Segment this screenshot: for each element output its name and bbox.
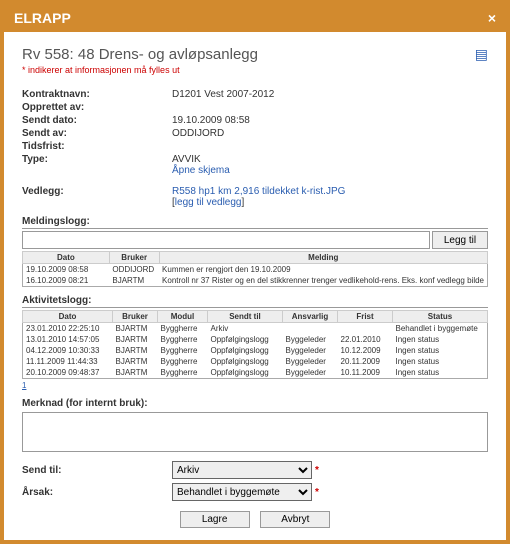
col-status: Status — [393, 311, 488, 323]
table-row: 23.01.2010 22:25:10BJARTMByggherreArkivB… — [23, 323, 488, 335]
col-frist: Frist — [338, 311, 393, 323]
titlebar: ELRAPP × — [4, 4, 506, 32]
legg-til-vedlegg-link[interactable]: legg til vedlegg — [175, 197, 242, 208]
close-icon[interactable]: × — [488, 10, 496, 26]
send-til-label: Send til: — [22, 465, 172, 476]
col-bruker: Bruker — [109, 252, 159, 264]
sendt-dato-label: Sendt dato: — [22, 115, 172, 126]
type-value: AVVIK — [172, 154, 230, 165]
kontraktnavn-label: Kontraktnavn: — [22, 89, 172, 100]
apne-skjema-link[interactable]: Åpne skjema — [172, 165, 230, 176]
dialog-window: ELRAPP × Rv 558: 48 Drens- og avløpsanle… — [0, 0, 510, 544]
sendt-dato-value: 19.10.2009 08:58 — [172, 115, 250, 126]
vedlegg-label: Vedlegg: — [22, 186, 172, 208]
col-sendt-til: Sendt til — [208, 311, 283, 323]
col-melding: Melding — [159, 252, 487, 264]
lagre-button[interactable]: Lagre — [180, 511, 250, 528]
window-title: ELRAPP — [14, 10, 71, 26]
table-row: 04.12.2009 10:30:33BJARTMByggherreOppføl… — [23, 345, 488, 356]
opprettet-av-label: Opprettet av: — [22, 102, 172, 113]
meldingslogg-table: Dato Bruker Melding 19.10.2009 08:58ODDI… — [22, 251, 488, 287]
arsak-label: Årsak: — [22, 487, 172, 498]
required-marker: * — [315, 465, 319, 476]
aktivitetslogg-table: Dato Bruker Modul Sendt til Ansvarlig Fr… — [22, 310, 488, 379]
book-icon[interactable]: ▤ — [475, 46, 488, 63]
aktivitetslogg-label: Aktivitetslogg: — [22, 295, 488, 308]
table-row: 20.10.2009 09:48:37BJARTMByggherreOppføl… — [23, 367, 488, 379]
col-modul: Modul — [158, 311, 208, 323]
col-bruker: Bruker — [113, 311, 158, 323]
arsak-select[interactable]: Behandlet i byggemøte — [172, 483, 312, 501]
required-note: * indikerer at informasjonen må fylles u… — [22, 65, 258, 75]
table-row: 16.10.2009 08:21BJARTMKontroll nr 37 Ris… — [23, 275, 488, 287]
type-label: Type: — [22, 154, 172, 176]
sendt-av-value: ODDIJORD — [172, 128, 224, 139]
table-row: 13.01.2010 14:57:05BJARTMByggherreOppføl… — [23, 334, 488, 345]
content-area: Rv 558: 48 Drens- og avløpsanlegg * indi… — [4, 32, 506, 540]
col-dato: Dato — [23, 311, 113, 323]
tidsfrist-label: Tidsfrist: — [22, 141, 172, 152]
merknad-textarea[interactable] — [22, 412, 488, 452]
merknad-label: Merknad (for internt bruk): — [22, 398, 488, 410]
sendt-av-label: Sendt av: — [22, 128, 172, 139]
vedlegg-file-link[interactable]: R558 hp1 km 2,916 tildekket k-rist.JPG — [172, 186, 345, 197]
table-row: 11.11.2009 11:44:33BJARTMByggherreOppføl… — [23, 356, 488, 367]
col-dato: Dato — [23, 252, 110, 264]
table-row: 19.10.2009 08:58ODDIJORDKummen er rengjo… — [23, 264, 488, 276]
avbryt-button[interactable]: Avbryt — [260, 511, 330, 528]
meldingslogg-label: Meldingslogg: — [22, 216, 488, 229]
page-nav-1[interactable]: 1 — [22, 381, 488, 390]
meldingslogg-input[interactable] — [22, 231, 430, 249]
legg-til-button[interactable]: Legg til — [432, 231, 488, 249]
page-title: Rv 558: 48 Drens- og avløpsanlegg — [22, 46, 258, 63]
kontraktnavn-value: D1201 Vest 2007-2012 — [172, 89, 274, 100]
col-ansvarlig: Ansvarlig — [283, 311, 338, 323]
required-marker: * — [315, 487, 319, 498]
send-til-select[interactable]: Arkiv — [172, 461, 312, 479]
